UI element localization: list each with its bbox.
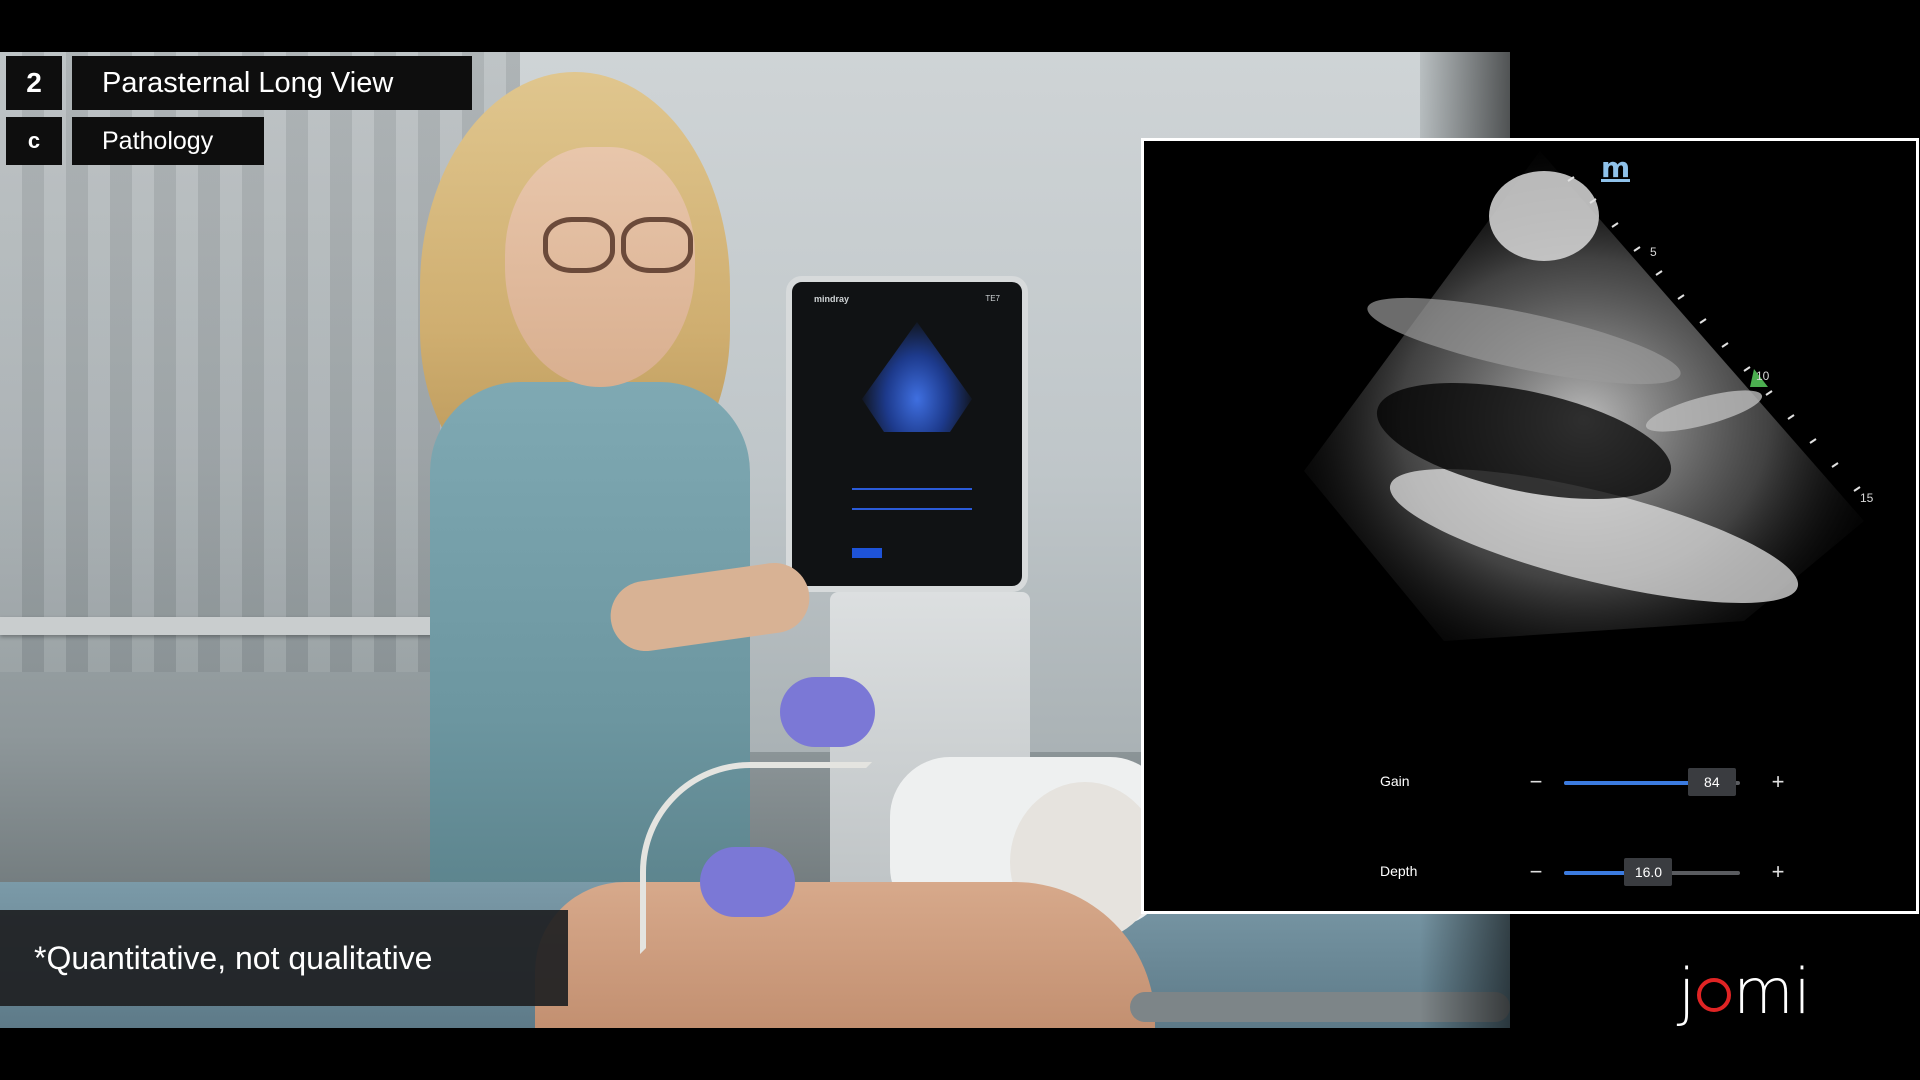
ultrasound-tablet: mindray TE7 bbox=[786, 276, 1028, 592]
depth-marker: 10 bbox=[1756, 369, 1770, 383]
jomi-logo-j: j bbox=[1678, 955, 1696, 1028]
gain-value[interactable]: 84 bbox=[1687, 768, 1736, 796]
section-title: Pathology bbox=[72, 117, 264, 165]
depth-slider[interactable]: 16.0 bbox=[1564, 858, 1740, 886]
probe-hand bbox=[700, 847, 795, 917]
gain-slider[interactable]: 84 bbox=[1564, 768, 1740, 796]
step-number: 2 bbox=[6, 56, 62, 110]
tablet-slider bbox=[852, 488, 972, 490]
depth-value[interactable]: 16.0 bbox=[1624, 858, 1673, 886]
jomi-logo-mi: mi bbox=[1733, 955, 1811, 1028]
section-title-bar: c Pathology bbox=[6, 117, 264, 165]
gain-increase-button[interactable]: + bbox=[1767, 771, 1789, 793]
tablet-slider bbox=[852, 508, 972, 510]
jomi-logo: j mi bbox=[1678, 955, 1811, 1032]
depth-decrease-button[interactable]: − bbox=[1525, 861, 1547, 883]
depth-marker: 15 bbox=[1860, 491, 1874, 505]
ultrasound-panel: m 5 10 15 Gain − 84 + Depth − 16.0 + bbox=[1141, 138, 1919, 914]
tablet-brand: mindray bbox=[814, 294, 850, 304]
step-title-bar: 2 Parasternal Long View bbox=[6, 56, 472, 110]
depth-increase-button[interactable]: + bbox=[1767, 861, 1789, 883]
gloved-hand bbox=[780, 677, 875, 747]
gain-label: Gain bbox=[1380, 773, 1410, 789]
jomi-logo-ring-icon bbox=[1697, 978, 1732, 1012]
caption: *Quantitative, not qualitative bbox=[0, 910, 568, 1006]
glasses bbox=[543, 217, 693, 273]
tablet-scan-image bbox=[862, 322, 972, 432]
echo-image bbox=[1304, 151, 1864, 641]
gain-decrease-button[interactable]: − bbox=[1525, 771, 1547, 793]
tablet-model: TE7 bbox=[985, 294, 1000, 303]
video-frame: mindray TE7 2 Parasternal Long View c Pa… bbox=[0, 0, 1920, 1080]
depth-label: Depth bbox=[1380, 863, 1418, 879]
mindray-logo: m bbox=[1601, 151, 1631, 184]
tablet-button bbox=[852, 548, 882, 558]
step-title: Parasternal Long View bbox=[72, 56, 472, 110]
depth-marker: 5 bbox=[1650, 245, 1657, 259]
near-field bbox=[1489, 171, 1599, 261]
section-letter: c bbox=[6, 117, 62, 165]
